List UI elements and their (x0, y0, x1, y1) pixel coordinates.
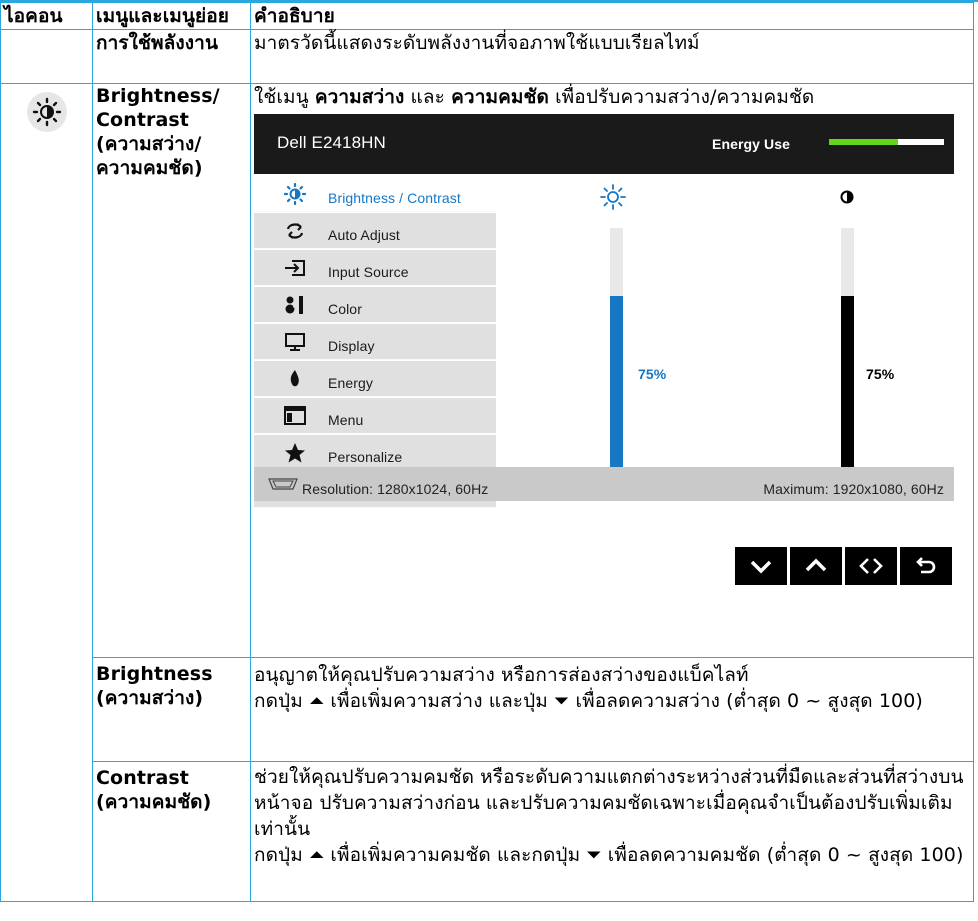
down-button[interactable] (735, 547, 787, 585)
intro-and: และ (404, 86, 452, 108)
vga-connector-icon (268, 478, 298, 490)
osd-header: Dell E2418HN Energy Use (254, 114, 954, 174)
contrast-decrease: เพื่อลดความคมชัด (ต่ำสุด 0 ~ สูงสุด 100) (601, 844, 964, 866)
brightness-slider[interactable] (610, 228, 623, 498)
brightness-decrease: เพื่อลดความสว่าง (ต่ำสุด 0 ~ สูงสุด 100) (569, 690, 923, 712)
energy-use-meter (829, 139, 944, 145)
left-right-icon (859, 558, 883, 574)
contrast-desc-line2: กดปุ่ม ⏶ เพื่อเพิ่มความคมชัด และกดปุ่ม ⏷… (254, 842, 973, 868)
table-header-row: ไอคอน เมนูและเมนูย่อย คำอธิบาย (0, 2, 974, 30)
desc-brightness-contrast: ใช้เมนู ความสว่าง และ ความคมชัด เพื่อปรั… (250, 83, 974, 658)
osd-screenshot-area: Dell E2418HN Energy Use Brightness / Con… (254, 110, 973, 650)
osd-menu-item-label: Brightness / Contrast (328, 190, 461, 206)
up-key-icon: ⏶ (308, 690, 325, 712)
brightness-icon (283, 182, 307, 206)
menu-brightness: Brightness (ความสว่าง) (92, 657, 251, 762)
osd-menu-item-label: Menu (328, 412, 364, 428)
desc-brightness: อนุญาตให้คุณปรับความสว่าง หรือการส่องสว่… (250, 657, 974, 762)
monitor-model: Dell E2418HN (277, 133, 386, 152)
table-row-energy-use: การใช้พลังงาน มาตรวัดนี้แสดงระดับพลังงาน… (0, 29, 974, 84)
intro-prefix: ใช้เมนู (254, 86, 315, 108)
up-key-icon: ⏶ (308, 844, 325, 866)
brightness-icon-cell (0, 83, 93, 902)
desc-energy-use: มาตรวัดนี้แสดงระดับพลังงานที่จอภาพใช้แบบ… (250, 29, 974, 84)
display-icon (284, 331, 306, 353)
osd-menu-item[interactable]: Energy (254, 361, 496, 397)
osd-menu-item[interactable]: Auto Adjust (254, 213, 496, 249)
osd-menu-item-label: Input Source (328, 264, 409, 280)
osd-menu-item[interactable]: Menu (254, 398, 496, 434)
brightness-increase: เพื่อเพิ่มความสว่าง และปุ่ม (324, 690, 555, 712)
desc-contrast: ช่วยให้คุณปรับความคมชัด หรือระดับความแตก… (250, 761, 974, 902)
contrast-value: 75% (866, 366, 895, 382)
brightness-sun-icon (600, 184, 626, 210)
table-row-brightness-contrast: Brightness/ Contrast (ความสว่าง/ ความคมช… (0, 83, 974, 902)
select-button[interactable] (845, 547, 897, 585)
brightness-contrast-intro: ใช้เมนู ความสว่าง และ ความคมชัด เพื่อปรั… (254, 84, 973, 110)
osd-menu-item[interactable]: Color (254, 287, 496, 323)
brightness-value: 75% (638, 366, 667, 382)
down-arrow-icon (750, 560, 772, 574)
osd-window: Dell E2418HN Energy Use Brightness / Con… (254, 114, 954, 551)
contrast-icon (840, 190, 854, 204)
osd-menu-item[interactable]: Brightness / Contrast (254, 176, 496, 212)
back-icon (916, 557, 936, 574)
osd-menu-item-label: Energy (328, 375, 373, 391)
menu-contrast: Contrast (ความคมชัด) (92, 761, 251, 902)
up-button[interactable] (790, 547, 842, 585)
down-key-icon: ⏷ (586, 844, 602, 866)
menu-brightness-contrast: Brightness/ Contrast (ความสว่าง/ ความคมช… (92, 83, 251, 658)
back-button[interactable] (900, 547, 952, 585)
energy-icon (284, 368, 306, 390)
contrast-increase: เพื่อเพิ่มความคมชัด และกดปุ่ม (324, 844, 587, 866)
brightness-desc-line2: กดปุ่ม ⏶ เพื่อเพิ่มความสว่าง และปุ่ม ⏷ เ… (254, 688, 973, 714)
menu-icon (284, 405, 306, 427)
energy-use-label: Energy Use (712, 136, 791, 152)
intro-suffix: เพื่อปรับความสว่าง/ความคมชัด (548, 86, 815, 108)
osd-menu-table: ไอคอน เมนูและเมนูย่อย คำอธิบาย การใช้พลั… (0, 2, 974, 902)
contrast-press: กดปุ่ม (254, 844, 309, 866)
header-description: คำอธิบาย (250, 2, 974, 30)
empty-icon-cell (0, 29, 93, 84)
intro-brightness: ความสว่าง (314, 86, 405, 108)
color-icon (284, 294, 306, 316)
osd-menu-item[interactable]: Display (254, 324, 496, 360)
menu-energy-use: การใช้พลังงาน (92, 29, 251, 84)
energy-use-fill (829, 139, 898, 145)
contrast-desc-line1: ช่วยให้คุณปรับความคมชัด หรือระดับความแตก… (254, 766, 964, 840)
contrast-slider[interactable] (841, 228, 854, 498)
header-icon: ไอคอน (0, 2, 93, 30)
osd-menu-item[interactable]: Personalize (254, 435, 496, 471)
osd-menu-item[interactable]: Input Source (254, 250, 496, 286)
table-row-contrast: Contrast (ความคมชัด) ช่วยให้คุณปรับความค… (1, 761, 974, 902)
brightness-press: กดปุ่ม (254, 690, 309, 712)
brightness-contrast-icon (26, 92, 67, 132)
star-icon (284, 442, 306, 464)
manual-page: ไอคอน เมนูและเมนูย่อย คำอธิบาย การใช้พลั… (0, 0, 978, 921)
up-arrow-icon (805, 558, 827, 572)
resolution-text: Resolution: 1280x1024, 60Hz (302, 481, 489, 497)
header-menu: เมนูและเมนูย่อย (92, 2, 251, 30)
down-key-icon: ⏷ (554, 690, 570, 712)
osd-footer: Resolution: 1280x1024, 60Hz Maximum: 192… (254, 467, 954, 501)
table-row-brightness: Brightness (ความสว่าง) อนุญาตให้คุณปรับค… (1, 657, 974, 762)
osd-menu-item-label: Display (328, 338, 375, 354)
maximum-resolution-text: Maximum: 1920x1080, 60Hz (763, 481, 944, 497)
auto-adjust-icon (284, 220, 306, 242)
intro-contrast: ความคมชัด (451, 86, 549, 108)
osd-menu-item-label: Auto Adjust (328, 227, 400, 243)
brightness-desc-line1: อนุญาตให้คุณปรับความสว่าง หรือการส่องสว่… (254, 664, 749, 686)
osd-menu-item-label: Color (328, 301, 362, 317)
input-source-icon (284, 257, 306, 279)
